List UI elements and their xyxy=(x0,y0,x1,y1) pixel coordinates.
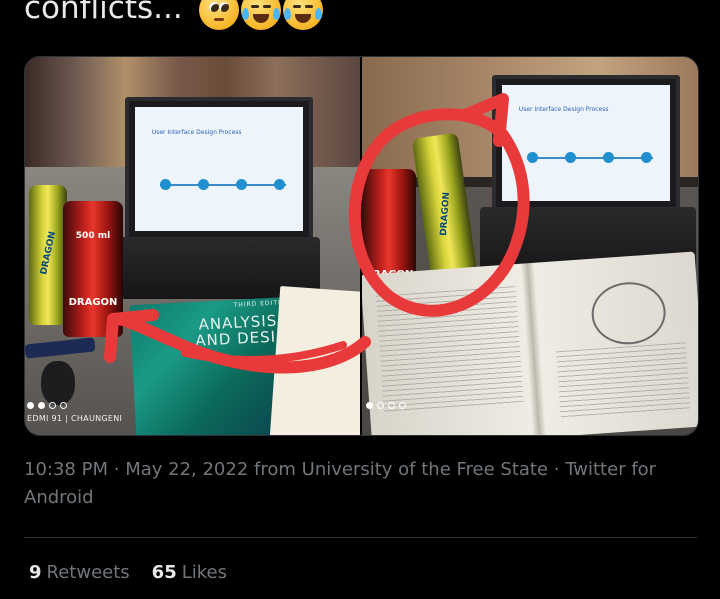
red-annotation-overlay xyxy=(104,93,530,374)
tears-of-joy-emoji-icon xyxy=(240,0,281,30)
divider xyxy=(24,537,697,538)
engagement-stats: 9 Retweets 65 Likes xyxy=(29,559,227,587)
tweet-body: conflicts... xyxy=(24,0,183,26)
likes-label: Likes xyxy=(181,562,227,583)
tweet-metadata: 10:38 PM · May 22, 2022 from University … xyxy=(24,456,684,512)
tweet-media[interactable]: User Interface Design Process DRAGON 500… xyxy=(24,56,699,436)
pleading-face-emoji-icon xyxy=(198,0,239,30)
from-prefix: from xyxy=(254,459,296,480)
tweet-time[interactable]: 10:38 PM xyxy=(24,459,108,480)
emoji-row xyxy=(198,0,323,30)
tweet-location[interactable]: University of the Free State xyxy=(302,459,548,480)
tweet-detail: conflicts... User Interface Design Proce… xyxy=(0,0,720,599)
retweets-label: Retweets xyxy=(46,562,130,583)
tears-of-joy-emoji-icon xyxy=(282,0,323,30)
retweets-count: 9 xyxy=(29,562,42,583)
likes-stat[interactable]: 65 Likes xyxy=(152,559,227,587)
tweet-text: conflicts... xyxy=(24,0,323,30)
likes-count: 65 xyxy=(151,562,177,583)
retweets-stat[interactable]: 9 Retweets xyxy=(29,559,130,587)
tweet-date[interactable]: May 22, 2022 xyxy=(125,459,248,480)
meta-separator: · xyxy=(553,459,560,480)
meta-separator: · xyxy=(113,459,120,480)
